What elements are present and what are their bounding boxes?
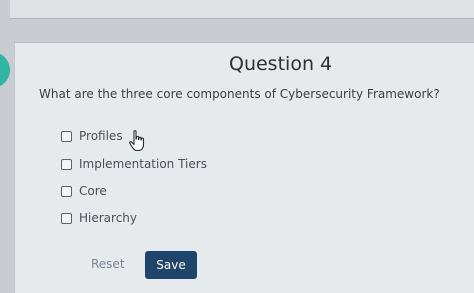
question-card: Question 4 What are the three core compo… xyxy=(14,42,474,293)
checkbox[interactable] xyxy=(61,212,72,224)
option-label: Implementation Tiers xyxy=(79,157,207,171)
side-tab[interactable] xyxy=(0,52,10,88)
checkbox[interactable] xyxy=(61,130,72,142)
option-profiles[interactable]: Profiles xyxy=(61,127,123,145)
save-button[interactable]: Save xyxy=(145,251,197,279)
hand-pointer-icon xyxy=(129,130,145,152)
option-label: Hierarchy xyxy=(79,211,138,225)
option-label: Profiles xyxy=(79,129,123,143)
checkbox[interactable] xyxy=(61,185,72,197)
option-implementation-tiers[interactable]: Implementation Tiers xyxy=(61,155,207,173)
checkbox[interactable] xyxy=(61,158,72,170)
question-title: Question 4 xyxy=(229,53,333,75)
option-label: Core xyxy=(79,184,107,198)
option-hierarchy[interactable]: Hierarchy xyxy=(61,209,137,227)
previous-question-card xyxy=(10,0,474,19)
reset-button[interactable]: Reset xyxy=(91,257,125,271)
question-text: What are the three core components of Cy… xyxy=(39,87,440,101)
option-core[interactable]: Core xyxy=(61,182,107,200)
